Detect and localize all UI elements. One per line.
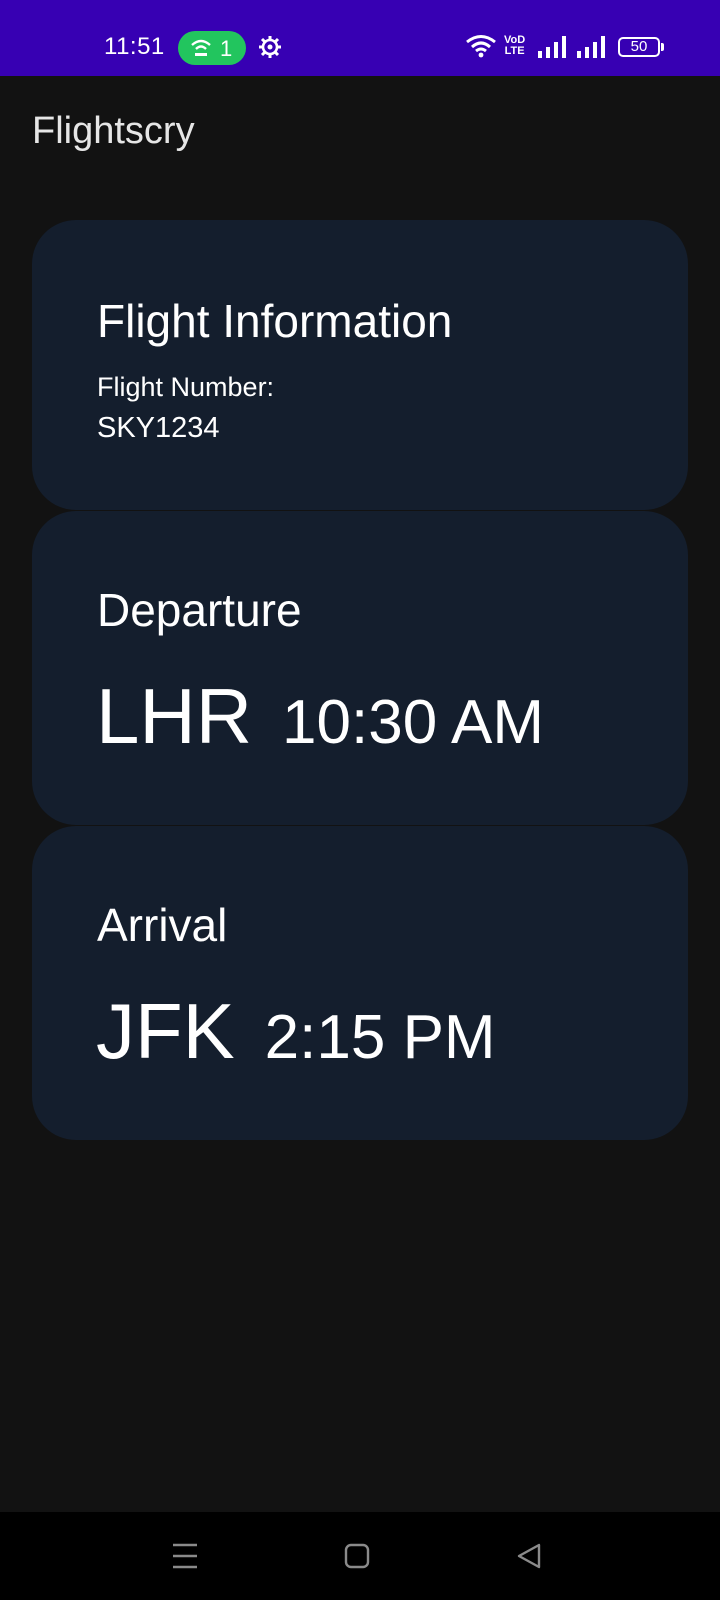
flight-number-value: SKY1234: [97, 412, 220, 444]
app-title: Flightscry: [32, 110, 195, 152]
departure-card: Departure LHR 10:30 AM: [32, 511, 688, 825]
arrival-airport-code: JFK: [96, 987, 235, 1075]
arrival-row: JFK 2:15 PM: [96, 986, 496, 1076]
volte-label: VoD LTE: [504, 35, 525, 57]
flight-info-card: Flight Information Flight Number: SKY123…: [32, 220, 688, 510]
status-bar: 11:51 1 VoD LTE 50: [0, 0, 720, 76]
back-icon[interactable]: [516, 1542, 542, 1570]
arrival-card: Arrival JFK 2:15 PM: [32, 826, 688, 1140]
hotspot-icon: [191, 39, 211, 56]
arrival-time: 2:15 PM: [264, 1003, 496, 1072]
battery-tip: [661, 43, 664, 51]
wifi-icon: [466, 35, 496, 58]
departure-row: LHR 10:30 AM: [96, 671, 544, 761]
navigation-bar: [0, 1512, 720, 1600]
signal-icon: [538, 36, 566, 58]
departure-airport-code: LHR: [96, 672, 253, 760]
volte-label-bottom: LTE: [504, 45, 525, 57]
battery-level: 50: [630, 38, 648, 55]
hotspot-indicator[interactable]: 1: [178, 31, 246, 65]
hotspot-count: 1: [220, 36, 233, 61]
home-icon[interactable]: [344, 1542, 370, 1570]
departure-time: 10:30 AM: [282, 688, 545, 757]
battery-icon: 50: [618, 37, 660, 57]
settings-icon: [259, 36, 281, 58]
signal-icon: [577, 36, 605, 58]
status-time: 11:51: [104, 33, 165, 60]
menu-icon[interactable]: [172, 1542, 198, 1570]
departure-heading: Departure: [97, 584, 302, 636]
flight-info-heading: Flight Information: [97, 295, 453, 347]
flight-number-label: Flight Number:: [97, 372, 275, 402]
arrival-heading: Arrival: [97, 899, 228, 951]
